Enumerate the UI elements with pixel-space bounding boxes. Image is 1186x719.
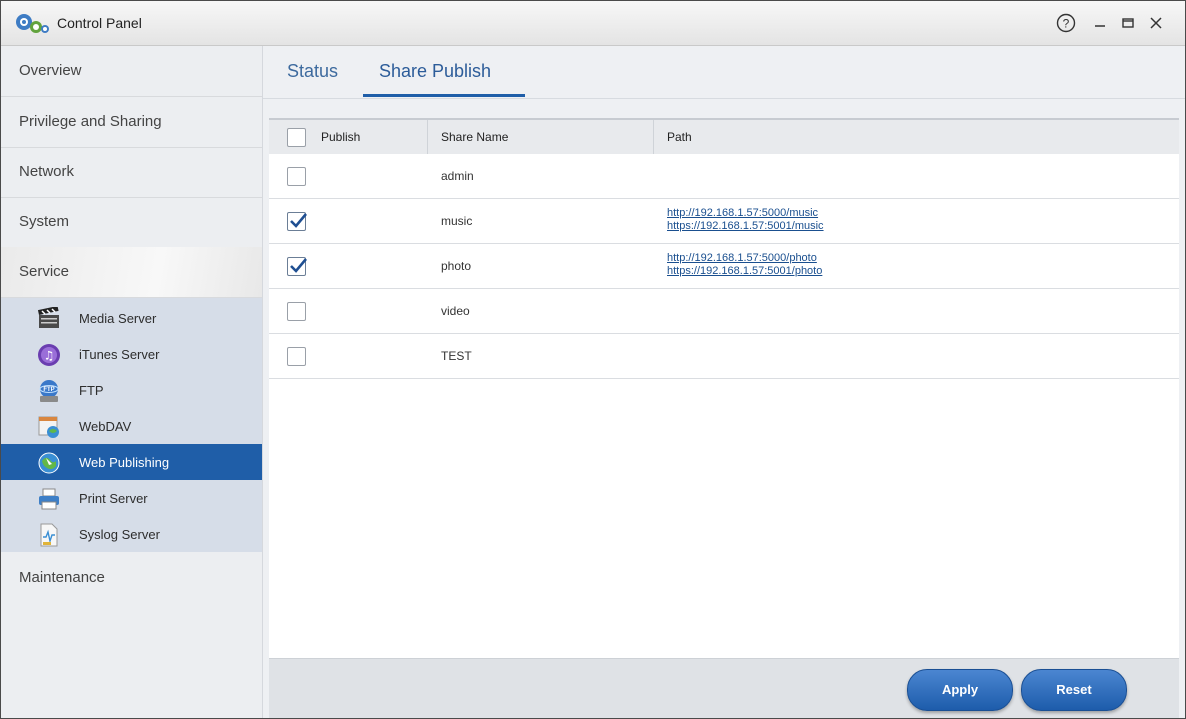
column-divider xyxy=(653,120,654,154)
sidebar: Overview Privilege and Sharing Network S… xyxy=(1,46,263,718)
printer-icon xyxy=(39,488,59,510)
ftp-icon: FTP xyxy=(39,380,59,402)
sidebar-item-ftp[interactable]: FTP FTP xyxy=(1,372,262,408)
sidebar-item-label: Service xyxy=(19,263,70,280)
table-row[interactable]: admin xyxy=(269,154,1179,199)
apply-button[interactable]: Apply xyxy=(907,669,1013,711)
sidebar-item-label: Web Publishing xyxy=(79,455,170,470)
sidebar-item-webdav[interactable]: WebDAV xyxy=(1,408,262,444)
column-divider xyxy=(427,120,428,154)
share-name: photo xyxy=(441,259,472,273)
sidebar-item-overview[interactable]: Overview xyxy=(1,46,262,97)
column-header-path: Path xyxy=(667,130,692,144)
share-name: TEST xyxy=(441,349,472,363)
tab-share-publish[interactable]: Share Publish xyxy=(379,61,491,82)
sidebar-item-system[interactable]: System xyxy=(1,197,262,248)
share-name: admin xyxy=(441,169,474,183)
web-publishing-icon xyxy=(38,452,60,474)
syslog-icon xyxy=(40,523,58,547)
sidebar-item-label: Privilege and Sharing xyxy=(19,113,162,130)
sidebar-item-print-server[interactable]: Print Server xyxy=(1,480,262,516)
action-bar: Apply Reset xyxy=(269,658,1179,718)
sidebar-item-maintenance[interactable]: Maintenance xyxy=(1,553,262,603)
column-header-share-name: Share Name xyxy=(441,130,509,144)
svg-text:FTP: FTP xyxy=(43,387,54,393)
sidebar-item-media-server[interactable]: Media Server xyxy=(1,300,262,336)
share-table: Publish Share Name Path admin music http… xyxy=(269,118,1179,658)
sidebar-item-label: Overview xyxy=(19,62,82,79)
publish-checkbox[interactable] xyxy=(287,347,306,366)
publish-checkbox[interactable] xyxy=(287,257,307,276)
maximize-button[interactable] xyxy=(1116,11,1140,35)
minimize-icon xyxy=(1095,25,1105,27)
media-server-icon xyxy=(37,307,59,328)
svg-text:?: ? xyxy=(1063,17,1070,31)
webdav-icon xyxy=(38,416,59,438)
select-all-checkbox[interactable] xyxy=(287,128,306,147)
publish-checkbox[interactable] xyxy=(287,302,306,321)
sidebar-item-label: iTunes Server xyxy=(79,347,160,362)
sidebar-item-label: Maintenance xyxy=(19,569,105,586)
table-row[interactable]: TEST xyxy=(269,334,1179,379)
close-button[interactable] xyxy=(1144,11,1168,35)
sidebar-item-label: System xyxy=(19,213,70,230)
publish-checkbox[interactable] xyxy=(287,212,307,231)
checkmark-icon xyxy=(290,258,307,273)
http-path-link[interactable]: http://192.168.1.57:5000/photo xyxy=(667,252,817,264)
sidebar-item-label: WebDAV xyxy=(79,419,132,434)
https-path-link[interactable]: https://192.168.1.57:5001/music xyxy=(667,220,824,232)
sidebar-item-label: FTP xyxy=(79,383,104,398)
sidebar-item-label: Syslog Server xyxy=(79,527,160,542)
sidebar-item-label: Network xyxy=(19,163,75,180)
table-row[interactable]: photo http://192.168.1.57:5000/photo htt… xyxy=(269,244,1179,289)
column-header-publish: Publish xyxy=(321,130,361,144)
table-row[interactable]: video xyxy=(269,289,1179,334)
itunes-icon: ♫ xyxy=(38,344,60,366)
sidebar-item-privilege-and-sharing[interactable]: Privilege and Sharing xyxy=(1,97,262,148)
window-title: Control Panel xyxy=(57,15,142,31)
share-name: music xyxy=(441,214,473,228)
control-panel-window: Control Panel ? Overview Privilege and S… xyxy=(0,0,1186,719)
reset-button[interactable]: Reset xyxy=(1021,669,1127,711)
sidebar-item-label: Media Server xyxy=(79,311,157,326)
sidebar-item-itunes-server[interactable]: ♫ iTunes Server xyxy=(1,336,262,372)
sidebar-item-syslog-server[interactable]: Syslog Server xyxy=(1,516,262,552)
share-name: video xyxy=(441,304,470,318)
tab-bar: Status Share Publish xyxy=(263,46,1185,99)
tab-status[interactable]: Status xyxy=(287,61,338,82)
help-icon: ? xyxy=(1056,13,1076,33)
http-path-link[interactable]: http://192.168.1.57:5000/music xyxy=(667,207,818,219)
sidebar-item-network[interactable]: Network xyxy=(1,147,262,198)
table-row[interactable]: music http://192.168.1.57:5000/music htt… xyxy=(269,199,1179,244)
active-tab-indicator xyxy=(363,94,525,97)
publish-checkbox[interactable] xyxy=(287,167,306,186)
https-path-link[interactable]: https://192.168.1.57:5001/photo xyxy=(667,265,822,277)
main-panel: Status Share Publish Publish Share Name … xyxy=(263,46,1185,718)
control-panel-gears-icon xyxy=(16,14,49,33)
close-icon xyxy=(1150,17,1162,29)
sidebar-item-web-publishing[interactable]: Web Publishing xyxy=(1,444,262,480)
minimize-button[interactable] xyxy=(1088,11,1112,35)
help-button[interactable]: ? xyxy=(1054,11,1078,35)
sidebar-item-service[interactable]: Service xyxy=(1,247,262,298)
maximize-icon xyxy=(1122,18,1134,28)
title-bar: Control Panel ? xyxy=(1,1,1185,46)
svg-text:♫: ♫ xyxy=(44,349,55,363)
table-header: Publish Share Name Path xyxy=(269,118,1179,155)
checkmark-icon xyxy=(290,213,307,228)
sidebar-item-label: Print Server xyxy=(79,491,148,506)
service-submenu: Media Server ♫ iTunes Server FTP FTP Web… xyxy=(1,298,262,552)
